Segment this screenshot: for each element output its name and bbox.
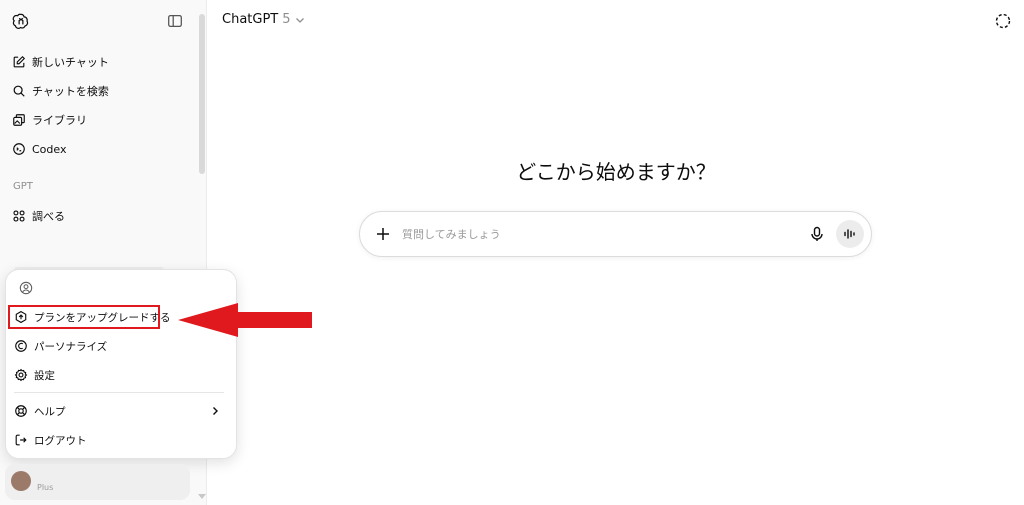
sidebar-item-label: チャットを検索 (32, 85, 109, 98)
page-title: どこから始めますか？ (516, 160, 716, 184)
menu-item-personalize[interactable]: パーソナライズ (8, 334, 222, 358)
menu-item-label: ヘルプ (34, 405, 66, 418)
new-chat-icon (13, 55, 26, 68)
sidebar-item-codex[interactable]: Codex (12, 138, 66, 160)
sidebar-item-label: Codex (32, 142, 67, 156)
sidebar-item-new-chat[interactable]: 新しいチャット (12, 51, 109, 73)
account-button[interactable] (5, 464, 190, 500)
voice-waveform-icon (844, 229, 855, 239)
annotation-arrow (178, 303, 312, 337)
chevron-right-icon (213, 407, 218, 415)
avatar[interactable] (11, 471, 31, 491)
temporary-chat-icon[interactable] (994, 12, 1012, 30)
sidebar-item-label: ライブラリ (32, 114, 87, 127)
menu-item-help[interactable]: ヘルプ (8, 399, 222, 423)
search-icon (13, 85, 25, 97)
model-picker[interactable]: ChatGPT 5 (222, 12, 305, 27)
composer (359, 211, 872, 257)
help-icon (15, 405, 27, 417)
scroll-down-arrow-icon[interactable] (198, 494, 206, 499)
user-profile-icon[interactable] (19, 281, 33, 295)
gear-icon (14, 368, 28, 382)
codex-icon (13, 143, 25, 155)
gpt-section-label: GPT (13, 181, 33, 192)
sidebar-item-label: 調べる (32, 210, 65, 223)
menu-divider (14, 392, 224, 393)
model-version: 5 (282, 12, 291, 27)
plus-icon[interactable] (374, 225, 392, 243)
personalize-icon (15, 340, 27, 352)
microphone-icon[interactable] (808, 225, 826, 243)
prompt-input[interactable] (402, 226, 782, 242)
openai-logo-icon[interactable] (12, 12, 30, 30)
sidebar-item-explore[interactable]: 調べる (12, 205, 65, 227)
model-name: ChatGPT (222, 12, 279, 27)
sidebar-toggle-icon[interactable] (166, 12, 184, 30)
explore-icon (13, 210, 25, 222)
logout-icon (15, 434, 27, 446)
highlight-annotation-box (8, 305, 160, 329)
sidebar-item-library[interactable]: ライブラリ (12, 109, 87, 131)
sidebar-item-search-chats[interactable]: チャットを検索 (12, 80, 109, 102)
sidebar-scrollbar[interactable] (199, 14, 205, 174)
menu-item-logout[interactable]: ログアウト (8, 428, 222, 452)
chevron-down-icon (295, 17, 304, 23)
menu-item-label: ログアウト (34, 434, 87, 447)
voice-mode-button[interactable] (836, 220, 864, 248)
library-icon (13, 114, 25, 126)
menu-item-label: パーソナライズ (34, 340, 108, 353)
plan-label: Plus (37, 483, 54, 492)
menu-item-label: 設定 (34, 369, 55, 382)
sidebar-item-label: 新しいチャット (32, 56, 109, 69)
menu-item-settings[interactable]: 設定 (8, 363, 222, 387)
